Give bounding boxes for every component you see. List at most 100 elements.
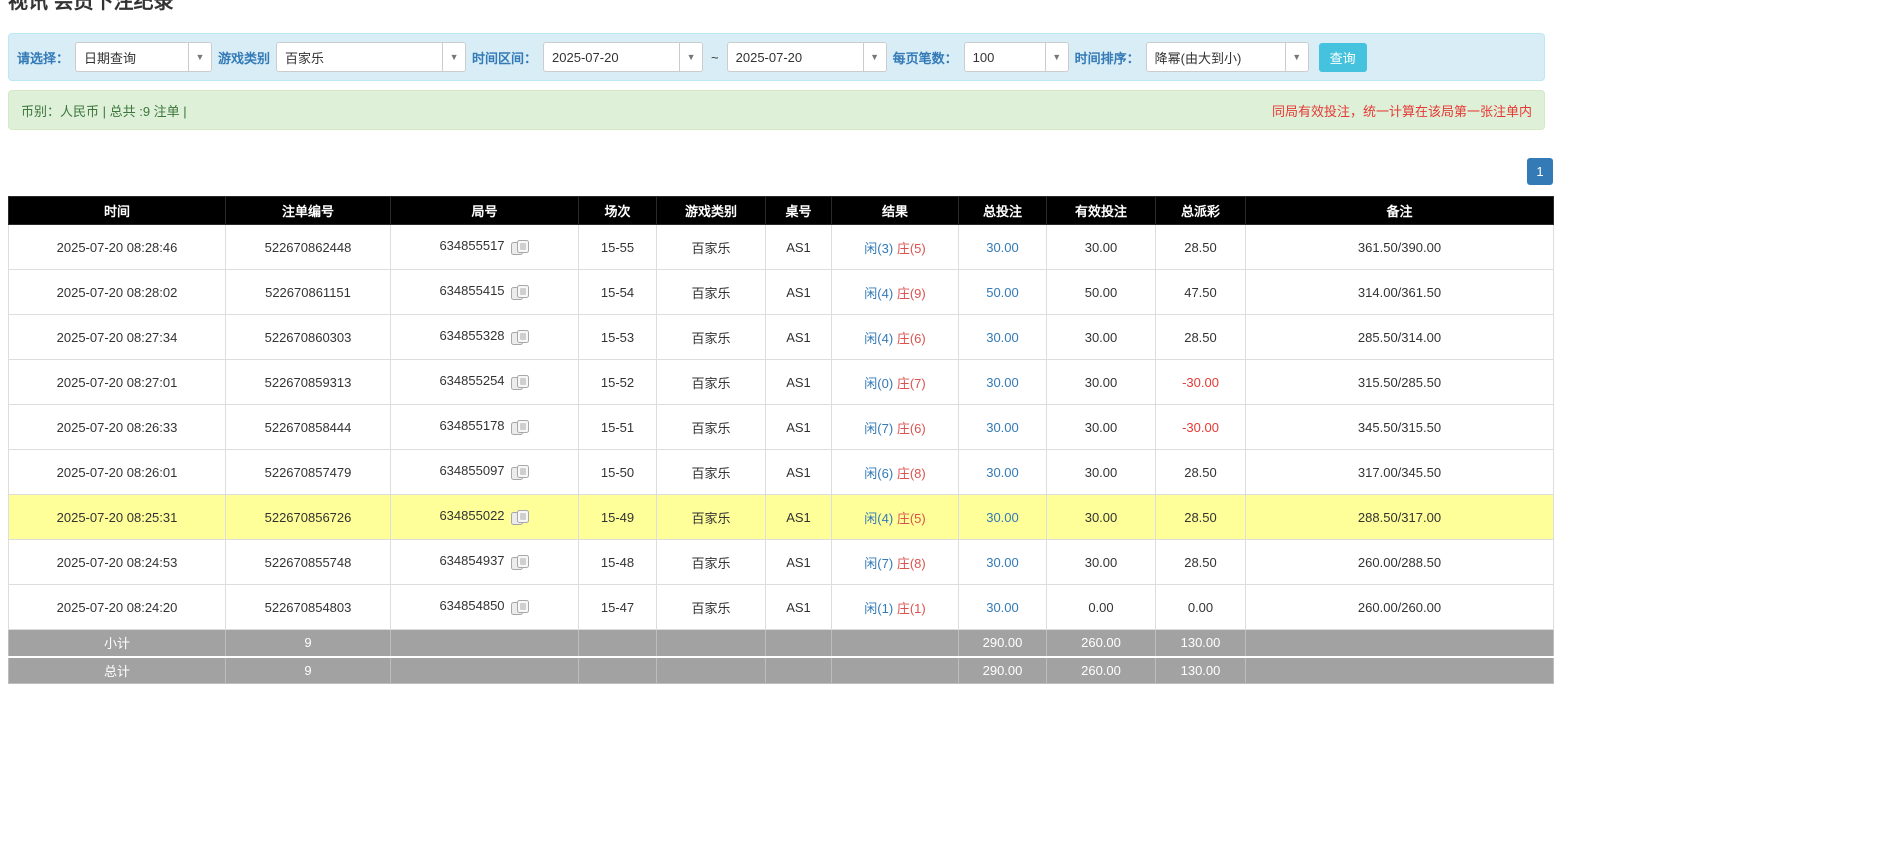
cell-result: 闲(0) 庄(7) <box>832 360 959 405</box>
info-bar: 币别：人民币 | 总共 :9 注单 | 同局有效投注，统一计算在该局第一张注单内 <box>8 90 1545 130</box>
cell-result: 闲(7) 庄(6) <box>832 405 959 450</box>
cell-valid-bet: 0.00 <box>1047 585 1156 630</box>
cell-table-no: AS1 <box>766 540 832 585</box>
view-cards-icon[interactable] <box>510 284 530 301</box>
table-body: 2025-07-20 08:28:46 522670862448 6348555… <box>9 225 1554 630</box>
cell-result: 闲(1) 庄(1) <box>832 585 959 630</box>
cell-total-bet: 30.00 <box>959 315 1047 360</box>
page: 视讯 会员下注纪录 请选择： 日期查询 ▼ 游戏类别 百家乐 ▼ 时间区间： 2… <box>0 0 1895 684</box>
cell-payout: -30.00 <box>1156 405 1246 450</box>
total-bet-link[interactable]: 30.00 <box>986 600 1019 615</box>
cell-round: 634855097 <box>391 450 579 495</box>
cell-total-bet: 30.00 <box>959 450 1047 495</box>
table-row: 2025-07-20 08:27:34 522670860303 6348553… <box>9 315 1554 360</box>
cell-payout: 47.50 <box>1156 270 1246 315</box>
col-header-valid-bet: 有效投注 <box>1047 197 1156 225</box>
cell-bet-id: 522670862448 <box>226 225 391 270</box>
date-to-select[interactable]: 2025-07-20 ▼ <box>727 42 887 72</box>
total-bet-link[interactable]: 30.00 <box>986 240 1019 255</box>
view-cards-icon[interactable] <box>510 599 530 616</box>
table-row: 2025-07-20 08:24:53 522670855748 6348549… <box>9 540 1554 585</box>
player-result: 闲(7) <box>864 421 893 436</box>
cell-game-type: 百家乐 <box>657 225 766 270</box>
subtotal-row: 小计 9 290.00 260.00 130.00 <box>9 630 1554 657</box>
table-row: 2025-07-20 08:26:33 522670858444 6348551… <box>9 405 1554 450</box>
cell-payout: 28.50 <box>1156 225 1246 270</box>
cell-time: 2025-07-20 08:26:33 <box>9 405 226 450</box>
cell-session: 15-50 <box>579 450 657 495</box>
cell-round: 634855328 <box>391 315 579 360</box>
banker-result: 庄(5) <box>897 241 926 256</box>
col-header-total-bet: 总投注 <box>959 197 1047 225</box>
sort-label: 时间排序： <box>1075 48 1140 67</box>
cell-remark: 314.00/361.50 <box>1246 270 1554 315</box>
chevron-down-icon: ▼ <box>1285 43 1308 71</box>
subtotal-label: 小计 <box>9 630 226 657</box>
cell-result: 闲(4) 庄(9) <box>832 270 959 315</box>
page-button-1[interactable]: 1 <box>1527 158 1553 185</box>
total-bet-link[interactable]: 30.00 <box>986 510 1019 525</box>
cell-bet-id: 522670858444 <box>226 405 391 450</box>
cell-remark: 260.00/260.00 <box>1246 585 1554 630</box>
cell-time: 2025-07-20 08:28:02 <box>9 270 226 315</box>
cell-valid-bet: 30.00 <box>1047 405 1156 450</box>
view-cards-icon[interactable] <box>510 509 530 526</box>
cell-result: 闲(4) 庄(5) <box>832 495 959 540</box>
round-number: 634855097 <box>439 463 504 478</box>
view-cards-icon[interactable] <box>510 419 530 436</box>
player-result: 闲(4) <box>864 331 893 346</box>
total-bet-link[interactable]: 30.00 <box>986 330 1019 345</box>
banker-result: 庄(6) <box>897 331 926 346</box>
cell-total-bet: 30.00 <box>959 405 1047 450</box>
filter-bar: 请选择： 日期查询 ▼ 游戏类别 百家乐 ▼ 时间区间： 2025-07-20 … <box>8 33 1545 81</box>
cell-time: 2025-07-20 08:26:01 <box>9 450 226 495</box>
currency-summary-text: 币别：人民币 | 总共 :9 注单 | <box>21 101 187 120</box>
notice-text: 同局有效投注，统一计算在该局第一张注单内 <box>1272 101 1532 120</box>
col-header-time: 时间 <box>9 197 226 225</box>
chevron-down-icon: ▼ <box>442 43 465 71</box>
cell-bet-id: 522670860303 <box>226 315 391 360</box>
view-cards-icon[interactable] <box>510 329 530 346</box>
total-bet-link[interactable]: 50.00 <box>986 285 1019 300</box>
total-bet-link[interactable]: 30.00 <box>986 555 1019 570</box>
game-type-select[interactable]: 百家乐 ▼ <box>276 42 466 72</box>
banker-result: 庄(6) <box>897 421 926 436</box>
query-type-select[interactable]: 日期查询 ▼ <box>75 42 212 72</box>
table-row: 2025-07-20 08:24:20 522670854803 6348548… <box>9 585 1554 630</box>
cell-valid-bet: 30.00 <box>1047 315 1156 360</box>
view-cards-icon[interactable] <box>510 464 530 481</box>
total-bet-link[interactable]: 30.00 <box>986 375 1019 390</box>
round-number: 634855254 <box>439 373 504 388</box>
tilde-separator: ~ <box>709 50 721 65</box>
cell-round: 634855178 <box>391 405 579 450</box>
view-cards-icon[interactable] <box>510 554 530 571</box>
cell-valid-bet: 50.00 <box>1047 270 1156 315</box>
col-header-result: 结果 <box>832 197 959 225</box>
pagination: 1 <box>8 158 1553 185</box>
subtotal-count: 9 <box>226 630 391 657</box>
view-cards-icon[interactable] <box>510 239 530 256</box>
banker-result: 庄(8) <box>897 556 926 571</box>
cell-result: 闲(4) 庄(6) <box>832 315 959 360</box>
table-row: 2025-07-20 08:26:01 522670857479 6348550… <box>9 450 1554 495</box>
date-to-value: 2025-07-20 <box>728 50 811 65</box>
date-from-select[interactable]: 2025-07-20 ▼ <box>543 42 703 72</box>
cell-session: 15-54 <box>579 270 657 315</box>
sort-select[interactable]: 降幂(由大到小) ▼ <box>1146 42 1309 72</box>
col-header-game-type: 游戏类别 <box>657 197 766 225</box>
col-header-payout: 总派彩 <box>1156 197 1246 225</box>
table-row: 2025-07-20 08:27:01 522670859313 6348552… <box>9 360 1554 405</box>
cell-game-type: 百家乐 <box>657 450 766 495</box>
cell-round: 634855415 <box>391 270 579 315</box>
cell-game-type: 百家乐 <box>657 360 766 405</box>
cell-remark: 260.00/288.50 <box>1246 540 1554 585</box>
page-size-select[interactable]: 100 ▼ <box>964 42 1069 72</box>
view-cards-icon[interactable] <box>510 374 530 391</box>
cell-remark: 345.50/315.50 <box>1246 405 1554 450</box>
search-button[interactable]: 查询 <box>1319 43 1367 72</box>
round-number: 634855328 <box>439 328 504 343</box>
cell-table-no: AS1 <box>766 495 832 540</box>
total-bet-link[interactable]: 30.00 <box>986 420 1019 435</box>
total-bet-link[interactable]: 30.00 <box>986 465 1019 480</box>
sort-value: 降幂(由大到小) <box>1147 48 1250 67</box>
